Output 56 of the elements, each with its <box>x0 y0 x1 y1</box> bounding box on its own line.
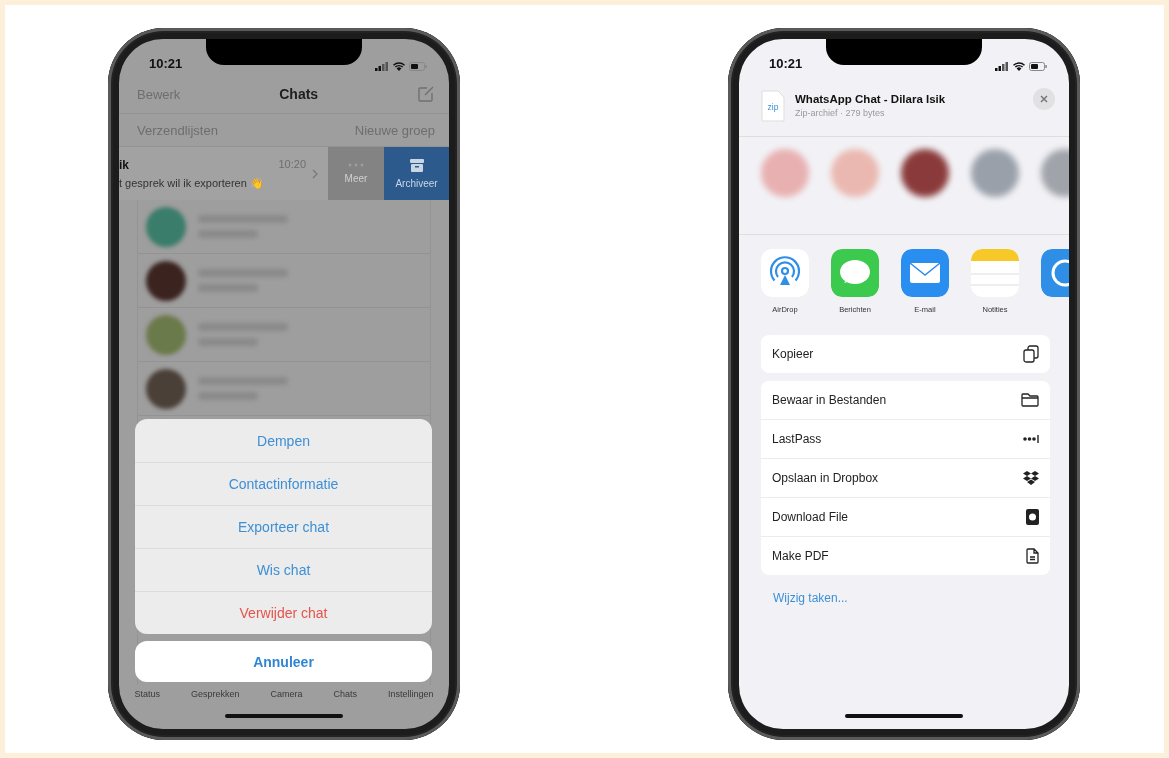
status-time: 10:21 <box>149 56 183 71</box>
avatar-placeholder <box>971 149 1019 197</box>
signal-icon <box>375 62 389 71</box>
avatar-placeholder <box>146 260 186 301</box>
file-title: WhatsApp Chat - Dilara Isik <box>795 93 947 105</box>
download-icon <box>1026 509 1039 525</box>
share-action[interactable]: Make PDF <box>761 536 1050 575</box>
messages-app-icon[interactable] <box>831 249 879 297</box>
share-action[interactable]: Bewaar in Bestanden <box>761 381 1050 419</box>
more-button[interactable]: Meer <box>328 147 384 200</box>
screen-title: Chats <box>279 86 319 102</box>
airdrop-app-icon[interactable] <box>761 249 809 297</box>
share-action[interactable]: LastPass <box>761 419 1050 458</box>
sheet-action[interactable]: Dempen <box>135 419 432 462</box>
tab-label[interactable]: Status <box>134 689 160 699</box>
folder-icon <box>1021 393 1039 407</box>
cancel-button[interactable]: Annuleer <box>135 641 432 682</box>
close-button[interactable] <box>1033 87 1055 110</box>
chevron-icon <box>312 168 318 179</box>
file-subtitle: Zip-archief · 279 bytes <box>795 108 886 118</box>
battery-icon <box>1029 62 1047 71</box>
tab-label[interactable]: Chats <box>333 689 357 699</box>
sheet-action[interactable]: Verwijder chat <box>135 591 432 634</box>
sheet-action[interactable]: Contactinformatie <box>135 462 432 505</box>
avatar-placeholder <box>761 149 809 197</box>
avatar-placeholder <box>146 206 186 247</box>
sheet-action[interactable]: Wis chat <box>135 548 432 591</box>
status-time: 10:21 <box>769 56 803 71</box>
wifi-icon <box>1013 62 1025 71</box>
compose-icon[interactable] <box>417 85 435 103</box>
chat-name: ik <box>119 157 129 172</box>
mail-app-icon[interactable] <box>901 249 949 297</box>
tab-label[interactable]: Camera <box>270 689 303 699</box>
dots-bar-icon <box>1023 435 1039 443</box>
avatar-placeholder <box>901 149 949 197</box>
dropbox-icon <box>1023 471 1039 485</box>
archive-button[interactable]: Archiveer <box>384 147 449 200</box>
file-type: zip <box>767 101 779 112</box>
battery-icon <box>409 62 427 71</box>
tab-label[interactable]: Gesprekken <box>190 689 240 699</box>
wifi-icon <box>393 62 405 71</box>
avatar-placeholder <box>146 314 186 355</box>
avatar-placeholder <box>146 368 186 409</box>
share-action[interactable]: Opslaan in Dropbox <box>761 458 1050 497</box>
signal-icon <box>995 62 1009 71</box>
close-icon <box>1040 94 1048 103</box>
share-action[interactable]: Kopieer <box>761 335 1050 373</box>
copy-icon <box>1023 345 1039 363</box>
avatar-placeholder <box>831 149 879 197</box>
sheet-action[interactable]: Exporteer chat <box>135 505 432 548</box>
document-icon <box>1026 548 1039 564</box>
archive-box-icon <box>409 158 424 172</box>
chat-preview: t gesprek wil ik exporteren 👋 <box>119 176 265 190</box>
edit-actions-link[interactable]: Wijzig taken... <box>773 591 848 605</box>
tab-label[interactable]: Instellingen <box>387 689 434 699</box>
share-action[interactable]: Download File <box>761 497 1050 536</box>
